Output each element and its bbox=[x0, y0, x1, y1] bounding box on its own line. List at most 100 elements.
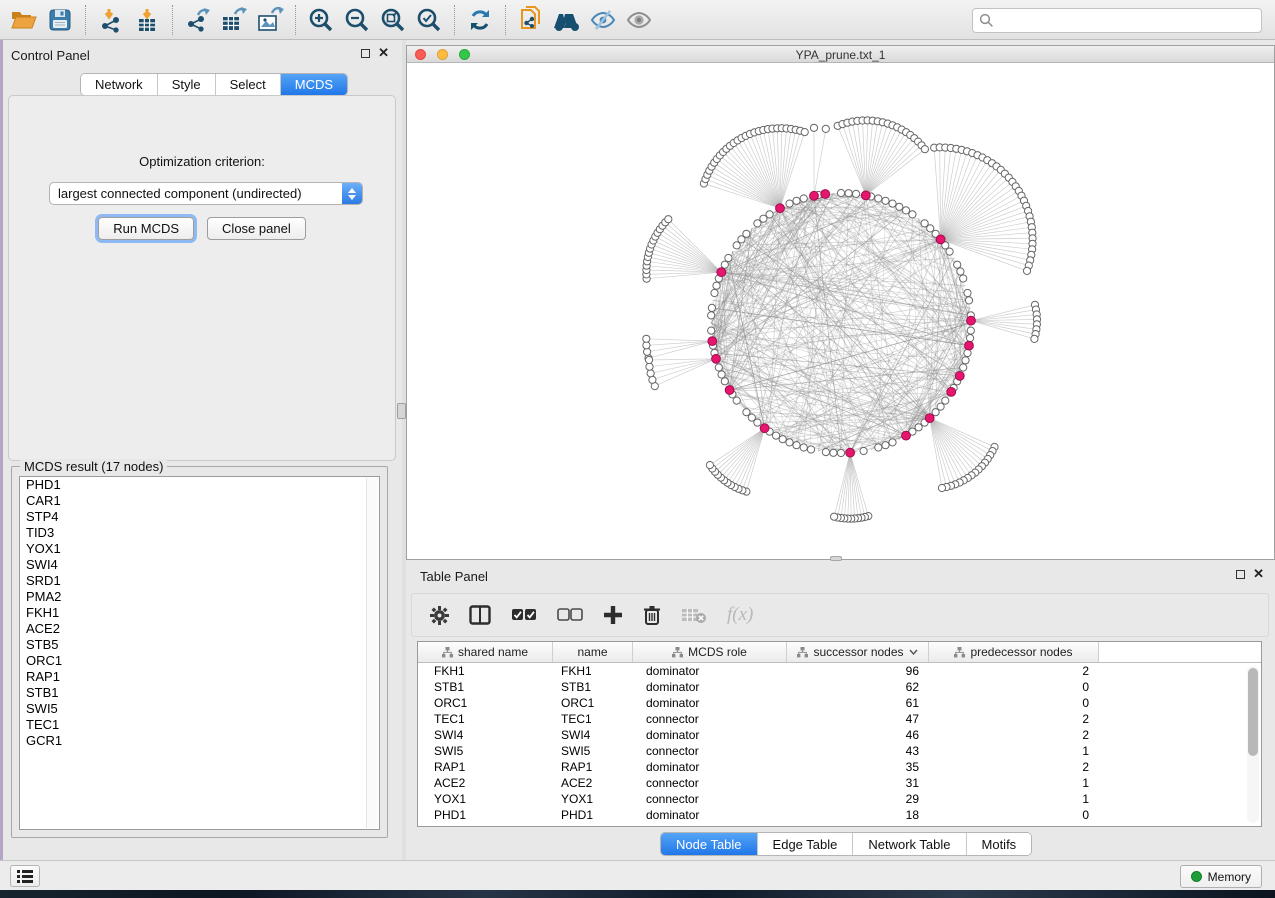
table-cell[interactable]: ACE2 bbox=[418, 775, 553, 791]
table-cell[interactable]: dominator bbox=[633, 663, 787, 679]
zoom-fit-button[interactable] bbox=[376, 4, 410, 36]
graph-node[interactable] bbox=[772, 432, 779, 439]
tab-network-table[interactable]: Network Table bbox=[853, 833, 966, 855]
table-cell[interactable]: dominator bbox=[633, 759, 787, 775]
graph-node[interactable] bbox=[706, 462, 713, 469]
graph-node[interactable] bbox=[725, 254, 732, 261]
zoom-in-button[interactable] bbox=[304, 4, 338, 36]
graph-hub-node[interactable] bbox=[821, 190, 830, 199]
table-row[interactable]: TEC1TEC1connector472 bbox=[418, 711, 1261, 727]
table-cell[interactable]: connector bbox=[633, 791, 787, 807]
table-cell[interactable]: dominator bbox=[633, 695, 787, 711]
graph-node[interactable] bbox=[960, 275, 967, 282]
hide-graphics-details-button[interactable] bbox=[586, 4, 620, 36]
graph-hub-node[interactable] bbox=[717, 268, 726, 277]
column-header-successor-nodes[interactable]: successor nodes bbox=[787, 642, 929, 662]
tab-motifs[interactable]: Motifs bbox=[967, 833, 1032, 855]
graph-node[interactable] bbox=[713, 282, 720, 289]
table-cell[interactable]: SWI4 bbox=[418, 727, 553, 743]
graph-node[interactable] bbox=[733, 242, 740, 249]
mcds-result-item[interactable]: TEC1 bbox=[20, 717, 379, 733]
graph-node[interactable] bbox=[964, 289, 971, 296]
graph-node[interactable] bbox=[822, 125, 829, 132]
graph-node[interactable] bbox=[942, 397, 949, 404]
graph-node[interactable] bbox=[721, 261, 728, 268]
table-cell[interactable]: STB1 bbox=[418, 679, 553, 695]
table-cell[interactable]: 96 bbox=[787, 663, 929, 679]
table-cell[interactable]: 0 bbox=[929, 807, 1099, 823]
graph-node[interactable] bbox=[902, 207, 909, 214]
graph-node[interactable] bbox=[938, 484, 945, 491]
float-window-icon[interactable] bbox=[361, 49, 370, 58]
table-row[interactable]: SWI5SWI5connector431 bbox=[418, 743, 1261, 759]
open-file-button[interactable] bbox=[7, 4, 41, 36]
mcds-result-item[interactable]: PMA2 bbox=[20, 589, 379, 605]
graph-node[interactable] bbox=[786, 439, 793, 446]
table-row[interactable]: SWI4SWI4dominator462 bbox=[418, 727, 1261, 743]
table-mode-gear-button[interactable] bbox=[430, 606, 449, 625]
table-scrollbar-thumb[interactable] bbox=[1248, 668, 1258, 756]
graph-node[interactable] bbox=[645, 356, 652, 363]
mcds-result-item[interactable]: SWI5 bbox=[20, 701, 379, 717]
table-cell[interactable]: 46 bbox=[787, 727, 929, 743]
graph-node[interactable] bbox=[954, 261, 961, 268]
table-cell[interactable]: TEC1 bbox=[418, 711, 553, 727]
column-header-predecessor-nodes[interactable]: predecessor nodes bbox=[929, 642, 1099, 662]
tab-style[interactable]: Style bbox=[158, 74, 216, 95]
table-row[interactable]: FKH1FKH1dominator962 bbox=[418, 663, 1261, 679]
mcds-result-item[interactable]: GCR1 bbox=[20, 733, 379, 749]
graph-node[interactable] bbox=[921, 146, 928, 153]
export-image-button[interactable] bbox=[253, 4, 287, 36]
graph-node[interactable] bbox=[946, 248, 953, 255]
mcds-result-item[interactable]: STB1 bbox=[20, 685, 379, 701]
table-cell[interactable]: 47 bbox=[787, 711, 929, 727]
graph-node[interactable] bbox=[831, 513, 838, 520]
mcds-result-item[interactable]: CAR1 bbox=[20, 493, 379, 509]
graph-node[interactable] bbox=[800, 195, 807, 202]
table-cell[interactable]: dominator bbox=[633, 727, 787, 743]
graph-hub-node[interactable] bbox=[810, 191, 819, 200]
graph-node[interactable] bbox=[801, 129, 808, 136]
graph-node[interactable] bbox=[830, 449, 837, 456]
import-table-button[interactable] bbox=[130, 4, 164, 36]
table-row[interactable]: ORC1ORC1dominator610 bbox=[418, 695, 1261, 711]
table-cell[interactable]: RAP1 bbox=[418, 759, 553, 775]
table-cell[interactable]: ORC1 bbox=[553, 695, 633, 711]
table-cell[interactable]: 18 bbox=[787, 807, 929, 823]
table-cell[interactable]: 2 bbox=[929, 711, 1099, 727]
graph-node[interactable] bbox=[793, 197, 800, 204]
import-network-button[interactable] bbox=[94, 4, 128, 36]
mcds-result-item[interactable]: YOX1 bbox=[20, 541, 379, 557]
table-cell[interactable]: 2 bbox=[929, 759, 1099, 775]
graph-node[interactable] bbox=[786, 200, 793, 207]
graph-node[interactable] bbox=[882, 197, 889, 204]
graph-node[interactable] bbox=[708, 304, 715, 311]
mcds-result-item[interactable]: FKH1 bbox=[20, 605, 379, 621]
split-divider-grip[interactable] bbox=[397, 403, 406, 419]
graph-node[interactable] bbox=[960, 364, 967, 371]
zoom-out-button[interactable] bbox=[340, 4, 374, 36]
close-panel-icon[interactable]: ✕ bbox=[378, 46, 389, 60]
graph-node[interactable] bbox=[909, 211, 916, 218]
table-cell[interactable]: RAP1 bbox=[553, 759, 633, 775]
table-cell[interactable]: 1 bbox=[929, 743, 1099, 759]
table-cell[interactable]: dominator bbox=[633, 679, 787, 695]
graph-node[interactable] bbox=[1023, 267, 1030, 274]
column-header-name[interactable]: name bbox=[553, 642, 633, 662]
graph-node[interactable] bbox=[766, 211, 773, 218]
float-window-icon[interactable] bbox=[1236, 570, 1245, 579]
graph-hub-node[interactable] bbox=[776, 204, 785, 213]
graph-node[interactable] bbox=[962, 357, 969, 364]
graph-node[interactable] bbox=[845, 190, 852, 197]
graph-node[interactable] bbox=[807, 446, 814, 453]
table-cell[interactable]: connector bbox=[633, 743, 787, 759]
table-cell[interactable]: 0 bbox=[929, 679, 1099, 695]
table-cell[interactable]: SWI5 bbox=[418, 743, 553, 759]
table-cell[interactable]: STB1 bbox=[553, 679, 633, 695]
show-columns-button[interactable] bbox=[469, 605, 491, 625]
graph-hub-node[interactable] bbox=[947, 388, 956, 397]
graph-node[interactable] bbox=[643, 335, 650, 342]
network-graph[interactable] bbox=[407, 63, 1274, 559]
graph-node[interactable] bbox=[964, 349, 971, 356]
mcds-result-item[interactable]: PHD1 bbox=[20, 477, 379, 493]
